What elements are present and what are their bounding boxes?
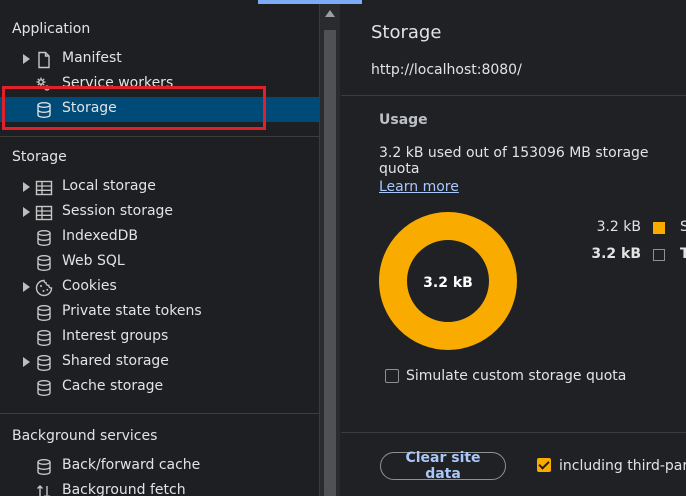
sidebar-item-label: Storage bbox=[62, 100, 117, 116]
divider bbox=[341, 432, 686, 433]
database-icon bbox=[37, 459, 51, 476]
divider bbox=[0, 136, 319, 137]
background-services-section-header: Background services bbox=[12, 428, 158, 444]
database-icon bbox=[37, 305, 51, 322]
page-title: Storage bbox=[371, 22, 442, 43]
simulate-quota-label: Simulate custom storage quota bbox=[406, 368, 627, 384]
sidebar-item-shared-storage[interactable]: Shared storage bbox=[0, 350, 319, 375]
storage-section-header: Storage bbox=[12, 149, 67, 165]
storage-panel: Storage http://localhost:8080/ Usage 3.2… bbox=[341, 0, 686, 496]
expand-arrow-icon[interactable] bbox=[23, 182, 30, 192]
sidebar-item-label: IndexedDB bbox=[62, 228, 138, 244]
database-icon bbox=[37, 330, 51, 347]
sidebar-item-label: Session storage bbox=[62, 203, 174, 219]
sidebar-item-label: Background fetch bbox=[62, 482, 186, 496]
legend-value: 3.2 kB bbox=[591, 246, 641, 262]
sidebar-item-storage[interactable]: Storage bbox=[0, 97, 319, 122]
legend-name: T bbox=[680, 246, 686, 262]
sidebar-item-label: Local storage bbox=[62, 178, 156, 194]
table-icon bbox=[35, 205, 53, 221]
simulate-quota-checkbox[interactable] bbox=[385, 369, 399, 383]
sidebar: Application Manifest Service workers Sto… bbox=[0, 0, 320, 496]
sidebar-item-label: Shared storage bbox=[62, 353, 169, 369]
legend-swatch bbox=[653, 249, 665, 261]
database-icon bbox=[37, 255, 51, 272]
sidebar-item-label: Web SQL bbox=[62, 253, 125, 269]
including-third-party-checkbox[interactable] bbox=[537, 458, 551, 472]
sidebar-item-cache-storage[interactable]: Cache storage bbox=[0, 375, 319, 400]
usage-heading: Usage bbox=[379, 112, 428, 128]
learn-more-link[interactable]: Learn more bbox=[379, 179, 459, 195]
table-icon bbox=[35, 180, 53, 196]
expand-arrow-icon[interactable] bbox=[23, 282, 30, 292]
origin-url: http://localhost:8080/ bbox=[371, 62, 522, 78]
divider bbox=[0, 413, 319, 414]
sidebar-item-label: Private state tokens bbox=[62, 303, 202, 319]
database-icon bbox=[37, 230, 51, 247]
sidebar-item-cookies[interactable]: Cookies bbox=[0, 275, 319, 300]
scroll-up-arrow-icon[interactable] bbox=[325, 10, 335, 17]
sidebar-item-web-sql[interactable]: Web SQL bbox=[0, 250, 319, 275]
divider bbox=[341, 95, 686, 96]
usage-summary: 3.2 kB used out of 153096 MB storage quo… bbox=[379, 145, 649, 177]
arrows-icon bbox=[37, 485, 50, 496]
cookie-icon bbox=[35, 279, 53, 297]
database-icon bbox=[37, 102, 51, 119]
scrollbar-thumb[interactable] bbox=[324, 30, 336, 496]
donut-center-label: 3.2 kB bbox=[423, 275, 473, 291]
clear-site-data-button[interactable]: Clear site data bbox=[380, 450, 506, 482]
expand-arrow-icon[interactable] bbox=[23, 357, 30, 367]
sidebar-item-indexeddb[interactable]: IndexedDB bbox=[0, 225, 319, 250]
sidebar-item-label: Back/forward cache bbox=[62, 457, 201, 473]
legend-row-total: 3.2 kB bbox=[571, 246, 641, 266]
sidebar-item-label: Cookies bbox=[62, 278, 117, 294]
document-icon bbox=[38, 51, 50, 69]
legend-row: 3.2 kB bbox=[571, 219, 641, 239]
sidebar-item-session-storage[interactable]: Session storage bbox=[0, 200, 319, 225]
legend-name: S bbox=[680, 219, 686, 235]
sidebar-item-back-forward-cache[interactable]: Back/forward cache bbox=[0, 454, 319, 479]
sidebar-item-background-fetch[interactable]: Background fetch bbox=[0, 479, 319, 496]
sidebar-item-service-workers[interactable]: Service workers bbox=[0, 72, 319, 97]
legend-value: 3.2 kB bbox=[596, 219, 641, 235]
application-section-header: Application bbox=[12, 21, 91, 37]
sidebar-item-local-storage[interactable]: Local storage bbox=[0, 175, 319, 200]
legend-swatch bbox=[653, 222, 665, 234]
sidebar-item-manifest[interactable]: Manifest bbox=[0, 47, 319, 72]
sidebar-item-label: Service workers bbox=[62, 75, 174, 91]
expand-arrow-icon[interactable] bbox=[23, 207, 30, 217]
gear-icon bbox=[36, 77, 50, 91]
sidebar-item-label: Cache storage bbox=[62, 378, 164, 394]
sidebar-item-private-state-tokens[interactable]: Private state tokens bbox=[0, 300, 319, 325]
database-icon bbox=[37, 380, 51, 397]
sidebar-item-label: Manifest bbox=[62, 50, 122, 66]
usage-donut-chart: 3.2 kB bbox=[379, 212, 517, 350]
including-third-party-label: including third-part bbox=[559, 458, 686, 474]
sidebar-item-label: Interest groups bbox=[62, 328, 169, 344]
expand-arrow-icon[interactable] bbox=[23, 54, 30, 64]
sidebar-scrollbar[interactable] bbox=[320, 0, 340, 496]
sidebar-item-interest-groups[interactable]: Interest groups bbox=[0, 325, 319, 350]
database-icon bbox=[37, 355, 51, 372]
